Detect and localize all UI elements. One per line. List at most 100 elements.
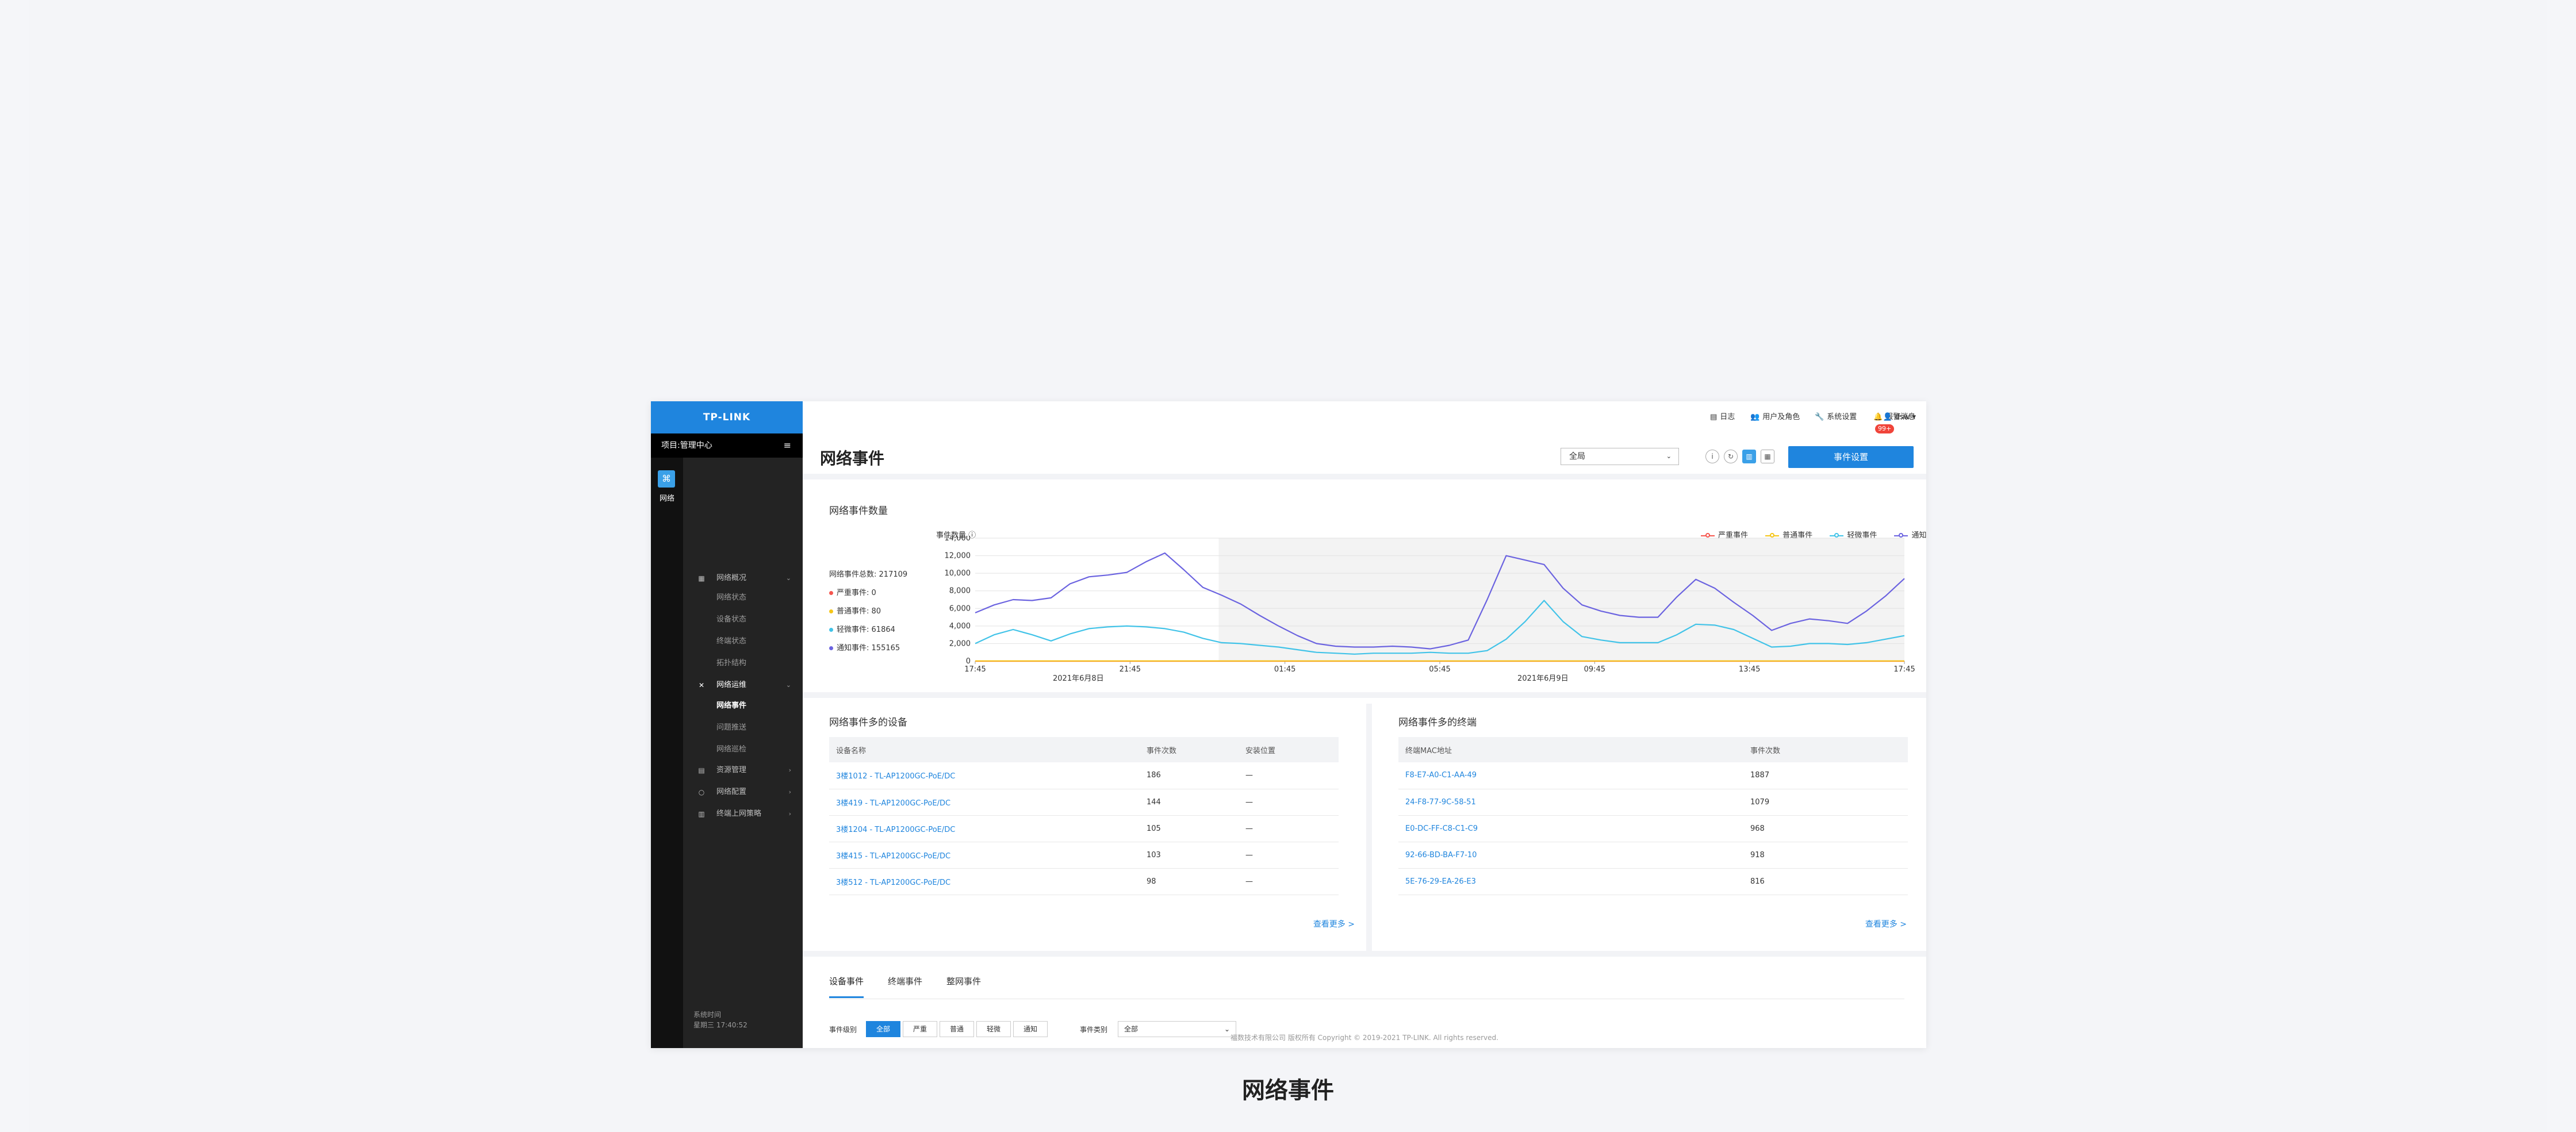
event-settings-button[interactable]: 事件设置: [1788, 446, 1914, 468]
y-tick-label: 8,000: [949, 587, 971, 596]
terminal-row-link[interactable]: 5E-76-29-EA-26-E3: [1398, 868, 1743, 895]
terminal-row: 5E-76-29-EA-26-E3 816: [1398, 868, 1908, 895]
tab-terminal-events[interactable]: 终端事件: [888, 975, 922, 998]
system-time: 系统时间 星期三 17:40:52: [693, 1010, 747, 1030]
top-terminals-panel: 网络事件多的终端 终端MAC地址 事件次数 F8-E7-A0-C1-AA-49 1…: [1372, 704, 1926, 951]
network-icon[interactable]: ⌘: [658, 470, 675, 488]
y-tick-label: 6,000: [949, 604, 971, 613]
menu-icon[interactable]: ≡: [784, 433, 791, 458]
event-line-chart: 0 2,000 4,000 6,000 8,000 10,000 12,000 14,000 1…: [945, 536, 1915, 683]
log-link[interactable]: ▤ 日志: [1710, 412, 1735, 423]
y-tick-label: 4,000: [949, 622, 971, 631]
device-row: 3楼415 - TL-AP1200GC-PoE/DC 103—: [829, 842, 1339, 869]
device-row-link[interactable]: 3楼415 - TL-AP1200GC-PoE/DC: [829, 842, 1140, 869]
y-tick-label: 2,000: [949, 639, 971, 648]
device-row-link[interactable]: 3楼1012 - TL-AP1200GC-PoE/DC: [829, 762, 1140, 789]
nav-network-ops[interactable]: ✕ 网络运维 ⌄: [683, 676, 803, 694]
col-device-name: 设备名称: [829, 737, 1140, 762]
nav-terminal-status[interactable]: 终端状态: [716, 632, 746, 651]
terminals-view-more-link[interactable]: 查看更多 >: [1865, 918, 1907, 930]
device-row-link[interactable]: 3楼512 - TL-AP1200GC-PoE/DC: [829, 868, 1140, 895]
device-row: 3楼1012 - TL-AP1200GC-PoE/DC 186—: [829, 762, 1339, 789]
nav-network-overview[interactable]: ▦ 网络概况 ⌄: [683, 569, 803, 588]
nav-resource-mgmt[interactable]: ▤ 资源管理 ›: [683, 761, 803, 780]
project-selector[interactable]: 项目:管理中心 ≡: [651, 433, 803, 458]
nav-label: 资源管理: [716, 766, 747, 774]
nav-network-events[interactable]: 网络事件: [716, 697, 746, 715]
terminal-row-cell: 1079: [1743, 789, 1908, 816]
refresh-icon[interactable]: ↻: [1724, 450, 1738, 463]
event-count-section: 网络事件数量 网络事件总数: 217109 严重事件: 0 普通事件: 80 轻…: [803, 485, 1926, 698]
project-label: 项目:: [661, 441, 680, 450]
tab-network-events[interactable]: 整网事件: [946, 975, 981, 998]
chart-section-title: 网络事件数量: [829, 505, 888, 517]
brand-logo: TP-LINK: [651, 401, 803, 433]
device-row-cell: 103: [1140, 842, 1239, 869]
users-roles-link[interactable]: 👥 用户及角色: [1750, 412, 1800, 423]
system-settings-link[interactable]: 🔧 系统设置: [1815, 412, 1857, 423]
chevron-right-icon: ›: [788, 810, 791, 818]
y-tick-label: 10,000: [945, 569, 971, 578]
device-row-link[interactable]: 3楼419 - TL-AP1200GC-PoE/DC: [829, 789, 1140, 816]
scope-value: 全局: [1569, 452, 1585, 461]
col-event-count: 事件次数: [1140, 737, 1239, 762]
project-name: 管理中心: [680, 441, 712, 450]
x-tick-label: 21:45: [1120, 665, 1141, 674]
chevron-down-icon: ⌄: [785, 574, 791, 582]
nav-label: 终端上网策略: [716, 809, 762, 818]
user-menu[interactable]: 👤 dsw ▾: [1883, 412, 1916, 423]
x-tick-label: 13:45: [1739, 665, 1760, 674]
x-tick-label: 17:45: [1893, 665, 1915, 674]
terminal-row: E0-DC-FF-C8-C1-C9 968: [1398, 815, 1908, 842]
nav-problem-push[interactable]: 问题推送: [716, 719, 746, 737]
scope-select[interactable]: 全局 ⌄: [1561, 448, 1679, 465]
y-tick-label: 14,000: [945, 536, 971, 543]
module-network-label: 网络: [659, 494, 674, 503]
device-row-cell: —: [1239, 842, 1339, 869]
calendar-icon[interactable]: ▦: [1761, 450, 1774, 463]
table-header: 设备名称 事件次数 安装位置: [829, 737, 1339, 762]
tab-device-events[interactable]: 设备事件: [829, 975, 864, 998]
nav-network-inspection[interactable]: 网络巡检: [716, 740, 746, 759]
nav-network-config[interactable]: ○ 网络配置 ›: [683, 783, 803, 801]
image-caption: 网络事件: [1242, 1077, 1334, 1104]
chevron-down-icon: ⌄: [785, 681, 791, 689]
nav-device-status[interactable]: 设备状态: [716, 611, 746, 629]
chevron-down-icon: ⌄: [1666, 452, 1672, 460]
terminal-row-link[interactable]: 92-66-BD-BA-F7-10: [1398, 842, 1743, 869]
overview-icon: ▦: [698, 574, 705, 582]
x-tick-label: 01:45: [1274, 665, 1295, 674]
module-rail: ⌘ 网络: [651, 458, 683, 1048]
terminal-row-link[interactable]: E0-DC-FF-C8-C1-C9: [1398, 815, 1743, 842]
x-tick-label: 17:45: [964, 665, 986, 674]
x-tick-label: 05:45: [1429, 665, 1450, 674]
page-header: 网络事件 全局 ⌄ i ↻ ▥ ▦ 事件设置: [803, 433, 1926, 479]
stat-normal: 普通事件: 80: [829, 605, 881, 616]
terminal-row-link[interactable]: 24-F8-77-9C-58-51: [1398, 789, 1743, 816]
device-row-cell: —: [1239, 815, 1339, 842]
device-row-link[interactable]: 3楼1204 - TL-AP1200GC-PoE/DC: [829, 815, 1140, 842]
devices-view-more-link[interactable]: 查看更多 >: [1313, 918, 1355, 930]
device-row: 3楼1204 - TL-AP1200GC-PoE/DC 105—: [829, 815, 1339, 842]
terminal-row-cell: 1887: [1743, 762, 1908, 789]
terminal-row: 92-66-BD-BA-F7-10 918: [1398, 842, 1908, 869]
config-icon: ○: [698, 788, 705, 796]
table-header: 终端MAC地址 事件次数: [1398, 737, 1908, 762]
nav-terminal-policy[interactable]: ▥ 终端上网策略 ›: [683, 805, 803, 823]
alerts-badge: 99+: [1875, 424, 1895, 433]
info-icon[interactable]: i: [1705, 450, 1719, 463]
stat-minor: 轻微事件: 61864: [829, 623, 895, 634]
terminal-row-cell: 816: [1743, 868, 1908, 895]
terminals-title: 网络事件多的终端: [1398, 717, 1477, 728]
terminal-row-link[interactable]: F8-E7-A0-C1-AA-49: [1398, 762, 1743, 789]
device-row-cell: —: [1239, 762, 1339, 789]
terminal-row: 24-F8-77-9C-58-51 1079: [1398, 789, 1908, 816]
device-row: 3楼419 - TL-AP1200GC-PoE/DC 144—: [829, 789, 1339, 816]
nav-topology[interactable]: 拓扑结构: [716, 654, 746, 673]
copyright-footer: 福数技术有限公司 版权所有 Copyright © 2019-2021 TP-L…: [1230, 1034, 1498, 1042]
log-icon: ▤: [1710, 413, 1718, 421]
nav-network-status[interactable]: 网络状态: [716, 589, 746, 607]
chart-view-icon[interactable]: ▥: [1742, 450, 1756, 463]
stat-total: 网络事件总数: 217109: [829, 570, 908, 579]
col-location: 安装位置: [1239, 737, 1339, 762]
